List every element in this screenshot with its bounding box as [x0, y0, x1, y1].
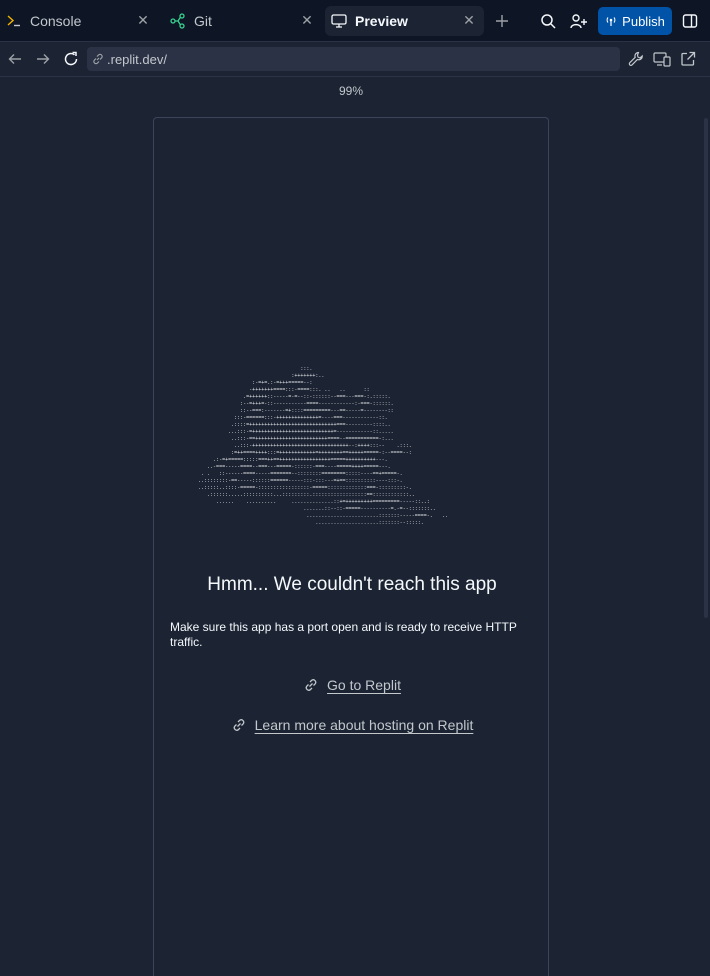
- error-description: Make sure this app has a port open and i…: [170, 620, 517, 649]
- go-to-replit-link[interactable]: Go to Replit: [154, 677, 550, 693]
- tab-console[interactable]: Console ✕: [0, 6, 158, 36]
- hosting-docs-link[interactable]: Learn more about hosting on Replit: [154, 717, 550, 733]
- panel-layout-icon[interactable]: [680, 11, 700, 31]
- preview-frame: :::. :+++++++:.. :-=+=.:-=+++=====--: -+…: [153, 117, 549, 976]
- error-title: Hmm... We couldn't reach this app: [207, 574, 497, 595]
- tab-git[interactable]: Git ✕: [164, 6, 322, 36]
- devices-icon[interactable]: [653, 50, 671, 68]
- zoom-level: 99%: [338, 84, 364, 98]
- link-label: Go to Replit: [327, 677, 401, 693]
- close-icon[interactable]: ✕: [462, 13, 476, 27]
- link-icon: [91, 52, 105, 66]
- close-icon[interactable]: ✕: [136, 13, 150, 27]
- tab-preview[interactable]: Preview ✕: [325, 6, 484, 36]
- url-text: .replit.dev/: [107, 51, 167, 67]
- link-label: Learn more about hosting on Replit: [254, 717, 474, 733]
- publish-button[interactable]: Publish: [598, 7, 672, 35]
- add-tab-icon[interactable]: [492, 11, 512, 31]
- scrollbar[interactable]: [704, 118, 708, 618]
- wrench-icon[interactable]: [627, 50, 645, 68]
- publish-label: Publish: [622, 13, 665, 29]
- terminal-icon: [6, 13, 22, 29]
- tab-bar: Console ✕ Git ✕ Preview ✕ Publish: [0, 0, 710, 42]
- search-icon[interactable]: [538, 11, 558, 31]
- invite-user-icon[interactable]: [569, 11, 589, 31]
- broadcast-icon: [605, 15, 617, 27]
- forward-arrow-icon[interactable]: [34, 50, 52, 68]
- close-icon[interactable]: ✕: [300, 13, 314, 27]
- address-bar: .replit.dev/: [0, 42, 710, 77]
- back-arrow-icon[interactable]: [6, 50, 24, 68]
- tab-label: Preview: [355, 13, 408, 29]
- link-icon: [303, 677, 319, 693]
- url-input[interactable]: .replit.dev/: [87, 47, 620, 71]
- git-branch-icon: [170, 13, 186, 29]
- tab-label: Console: [30, 13, 82, 29]
- reload-icon[interactable]: [62, 50, 80, 68]
- ascii-cloud-illustration: :::. :+++++++:.. :-=+=.:-=+++=====--: -+…: [198, 366, 448, 528]
- link-icon: [231, 717, 247, 733]
- monitor-icon: [331, 13, 347, 29]
- tab-label: Git: [194, 13, 212, 29]
- open-external-icon[interactable]: [679, 50, 697, 68]
